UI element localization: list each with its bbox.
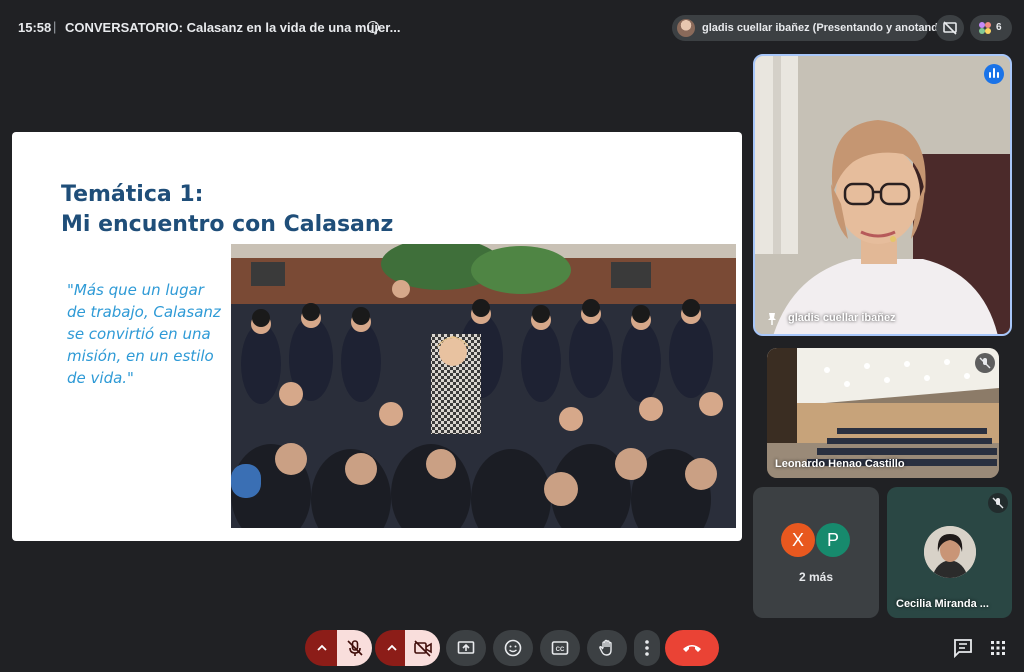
microphone-toggle-button[interactable] <box>337 630 372 666</box>
end-call-icon <box>683 645 701 652</box>
participant-tile-leonardo[interactable]: Leonardo Henao Castillo <box>767 348 999 478</box>
audio-options-button[interactable] <box>305 630 339 666</box>
slide-quote: "Más que un lugar de trabajo, Calasanz s… <box>67 281 221 387</box>
participant-name-gladis: gladis cuellar ibañez <box>788 312 896 324</box>
presentation-slide: Temática 1: Mi encuentro con Calasanz "M… <box>12 132 742 541</box>
svg-text:CC: CC <box>556 647 565 653</box>
reactions-button[interactable] <box>493 630 533 666</box>
people-button[interactable]: 6 <box>970 15 1012 41</box>
participant-name-cecilia: Cecilia Miranda ... <box>896 598 989 610</box>
more-options-icon <box>645 640 649 656</box>
mic-off-icon <box>992 497 1004 509</box>
raise-hand-icon <box>599 639 612 656</box>
cecilia-avatar <box>924 526 976 578</box>
header-separator: | <box>53 19 57 34</box>
slide-group-photo <box>231 244 736 528</box>
end-call-button[interactable] <box>665 630 719 666</box>
meeting-title: CONVERSATORIO: Calasanz en la vida de un… <box>65 20 401 35</box>
avatar-x: X <box>781 523 815 557</box>
present-screen-icon <box>457 641 475 654</box>
participant-count: 6 <box>996 22 1002 33</box>
participant-tile-cecilia[interactable]: Cecilia Miranda ... <box>887 487 1012 618</box>
presenter-avatar <box>677 19 695 37</box>
video-options-button[interactable] <box>375 630 409 666</box>
slide-title: Temática 1: Mi encuentro con Calasanz <box>61 180 393 240</box>
captions-button[interactable]: CC <box>540 630 580 666</box>
info-icon[interactable]: i <box>367 21 379 33</box>
captions-icon: CC <box>551 641 569 655</box>
camera-toggle-button[interactable] <box>405 630 440 666</box>
avatar-p: P <box>816 523 850 557</box>
chevron-up-icon <box>317 644 327 651</box>
stop-presenting-button[interactable] <box>936 15 964 41</box>
more-options-button[interactable] <box>634 630 660 666</box>
participant-tile-gladis[interactable]: gladis cuellar ibañez <box>753 54 1012 336</box>
stop-presenting-icon <box>943 21 957 35</box>
presenter-chip[interactable]: gladis cuellar ibañez (Presentando y ano… <box>672 15 948 41</box>
slide-title-line2: Mi encuentro con Calasanz <box>61 212 394 237</box>
muted-indicator <box>975 353 995 373</box>
emoji-icon <box>504 639 522 657</box>
cecilia-avatar-photo <box>924 526 976 578</box>
chevron-up-icon <box>387 644 397 651</box>
camera-off-icon <box>413 640 432 657</box>
muted-indicator-cecilia <box>988 493 1008 513</box>
speaking-indicator-icon <box>984 64 1004 84</box>
group-photo-illustration <box>231 244 736 528</box>
presenter-chip-label: gladis cuellar ibañez (Presentando y ano… <box>702 22 949 34</box>
mic-off-icon <box>979 357 991 369</box>
top-bar: 15:58 | CONVERSATORIO: Calasanz en la vi… <box>0 0 1024 56</box>
meeting-controls: CC <box>0 628 1024 668</box>
raise-hand-button[interactable] <box>587 630 627 666</box>
apps-icon[interactable] <box>986 636 1010 660</box>
people-icon <box>979 22 991 34</box>
pin-icon[interactable] <box>766 312 778 326</box>
more-participants-label: 2 más <box>798 570 834 584</box>
participant-name-leonardo: Leonardo Henao Castillo <box>775 458 905 470</box>
present-screen-button[interactable] <box>446 630 486 666</box>
chat-icon[interactable] <box>951 636 975 660</box>
mic-off-icon <box>346 640 363 656</box>
slide-title-line1: Temática 1: <box>61 182 204 207</box>
more-participants-tile[interactable]: X P 2 más <box>753 487 879 618</box>
gladis-video-feed <box>755 56 1010 334</box>
meeting-time: 15:58 <box>18 20 52 35</box>
